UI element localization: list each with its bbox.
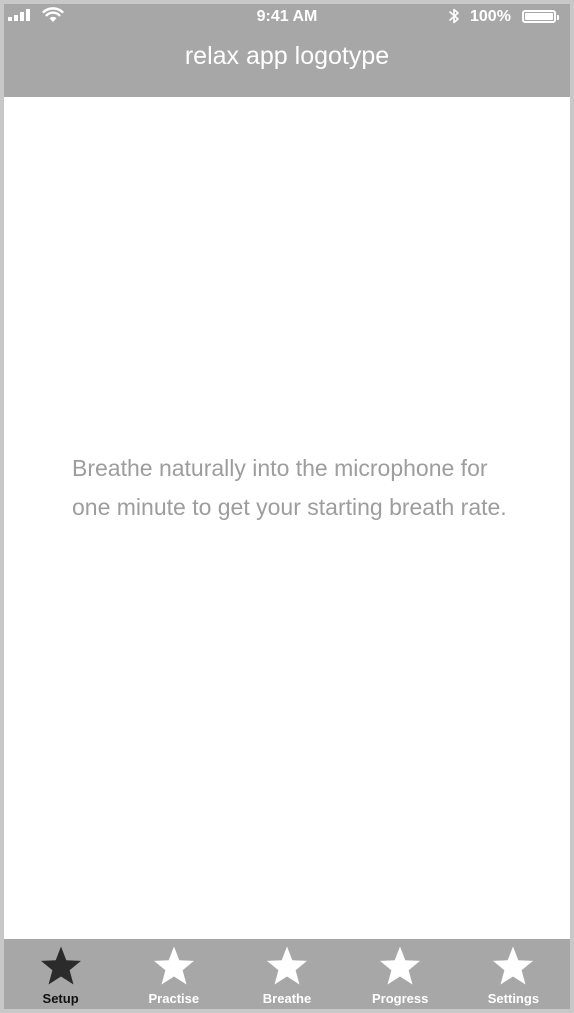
star-icon bbox=[380, 946, 421, 985]
battery-icon bbox=[522, 10, 559, 23]
phone-frame: 9:41 AM 100% relax app logotype Breathe … bbox=[0, 0, 574, 1013]
app-logotype: relax app logotype bbox=[184, 42, 390, 70]
top-bar: 9:41 AM 100% relax app logotype bbox=[4, 4, 570, 97]
tab-breathe[interactable]: Breathe bbox=[230, 939, 343, 1009]
bluetooth-icon bbox=[449, 8, 459, 24]
tab-practise[interactable]: Practise bbox=[117, 939, 230, 1009]
tab-label: Practise bbox=[148, 991, 200, 1006]
star-icon bbox=[153, 946, 194, 985]
star-icon bbox=[40, 946, 81, 985]
main-content: Breathe naturally into the microphone fo… bbox=[4, 97, 570, 939]
tab-settings[interactable]: Settings bbox=[457, 939, 570, 1009]
battery-percent: 100% bbox=[470, 8, 511, 25]
instruction-text: Breathe naturally into the microphone fo… bbox=[72, 455, 507, 520]
tab-bar: Setup Practise Breathe Progress Settings bbox=[4, 939, 570, 1009]
tab-setup[interactable]: Setup bbox=[4, 939, 117, 1009]
star-icon bbox=[267, 946, 307, 985]
status-bar: 9:41 AM 100% bbox=[4, 4, 570, 30]
tab-label: Setup bbox=[42, 991, 79, 1006]
tab-label: Breathe bbox=[262, 991, 312, 1006]
tab-label: Progress bbox=[372, 991, 429, 1006]
tab-progress[interactable]: Progress bbox=[344, 939, 457, 1009]
star-icon bbox=[493, 946, 534, 985]
tab-label: Settings bbox=[487, 991, 540, 1006]
